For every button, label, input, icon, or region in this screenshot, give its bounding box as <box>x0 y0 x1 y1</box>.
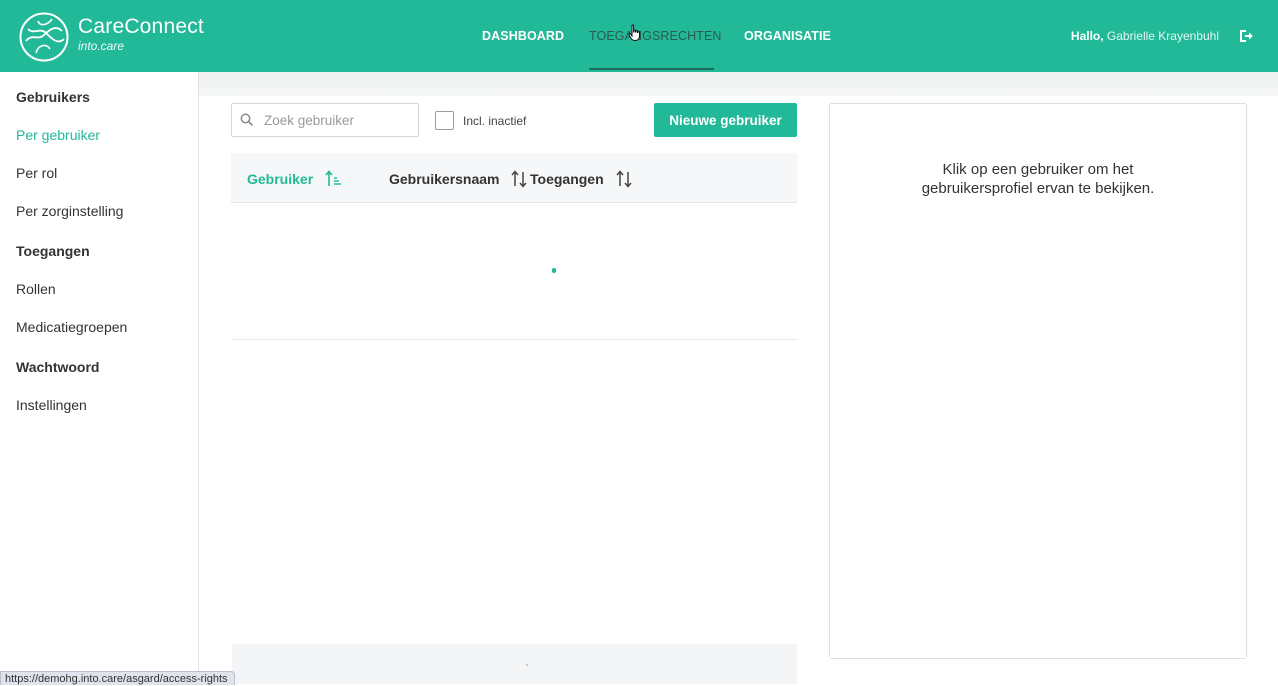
footer-indicator <box>526 664 528 666</box>
search-icon <box>240 113 254 127</box>
user-detail-panel: Klik op een gebruiker om het gebruikersp… <box>829 103 1247 659</box>
sidebar-item-medicatiegroepen[interactable]: Medicatiegroepen <box>16 319 127 335</box>
logout-icon[interactable] <box>1238 28 1254 44</box>
user-greeting: Hallo, Gabrielle Krayenbuhl <box>1071 29 1219 43</box>
column-header-toegangen[interactable]: Toegangen <box>530 171 604 187</box>
sidebar-item-per-zorginstelling[interactable]: Per zorginstelling <box>16 203 123 219</box>
include-inactive-label: Incl. inactief <box>463 114 527 128</box>
sort-ascending-icon[interactable] <box>325 169 343 189</box>
greeting-label: Hallo, <box>1070 29 1104 43</box>
sidebar-item-instellingen[interactable]: Instellingen <box>16 397 87 413</box>
search-input[interactable] <box>264 112 404 128</box>
detail-message-line-2: gebruikersprofiel ervan te bekijken. <box>921 180 1155 197</box>
nav-dashboard[interactable]: DASHBOARD <box>482 29 564 43</box>
include-inactive-checkbox[interactable] <box>435 111 454 130</box>
detail-message-line-1: Klik op een gebruiker om het <box>942 161 1134 178</box>
table-footer <box>232 644 797 684</box>
sidebar-heading-toegangen: Toegangen <box>16 243 90 259</box>
loading-spinner <box>552 268 556 273</box>
sort-icon[interactable] <box>510 169 528 189</box>
nav-organisatie[interactable]: ORGANISATIE <box>744 29 831 43</box>
sidebar-item-per-gebruiker[interactable]: Per gebruiker <box>16 127 100 143</box>
sort-icon[interactable] <box>615 169 633 189</box>
nav-toegangsrechten[interactable]: TOEGANGSRECHTEN <box>589 29 722 43</box>
new-user-button[interactable]: Nieuwe gebruiker <box>654 103 797 137</box>
brand[interactable]: CareConnect into.care <box>18 11 204 63</box>
search-field[interactable] <box>231 103 419 137</box>
careconnect-logo-icon <box>19 12 69 62</box>
sidebar-heading-wachtwoord: Wachtwoord <box>16 359 100 375</box>
brand-name: CareConnect <box>78 15 204 38</box>
column-header-gebruikersnaam[interactable]: Gebruikersnaam <box>389 171 500 187</box>
table-divider <box>231 339 797 340</box>
detail-empty-message: Klik op een gebruiker om het gebruikersp… <box>830 160 1246 198</box>
user-name: Gabrielle Krayenbuhl <box>1106 29 1219 43</box>
hand-cursor-icon <box>628 24 640 41</box>
link-preview-statusbar: https://demohg.into.care/asgard/access-r… <box>0 671 235 685</box>
sidebar-item-rollen[interactable]: Rollen <box>16 281 56 297</box>
sidebar-heading-gebruikers: Gebruikers <box>16 89 90 105</box>
nav-active-indicator <box>589 68 714 70</box>
brand-subtitle: into.care <box>78 39 125 53</box>
column-header-gebruiker[interactable]: Gebruiker <box>247 171 313 187</box>
sidebar-item-per-rol[interactable]: Per rol <box>16 165 57 181</box>
sidebar: Gebruikers Per gebruiker Per rol Per zor… <box>0 72 199 684</box>
table-header: Gebruiker Gebruikersnaam Toegangen <box>231 153 797 203</box>
